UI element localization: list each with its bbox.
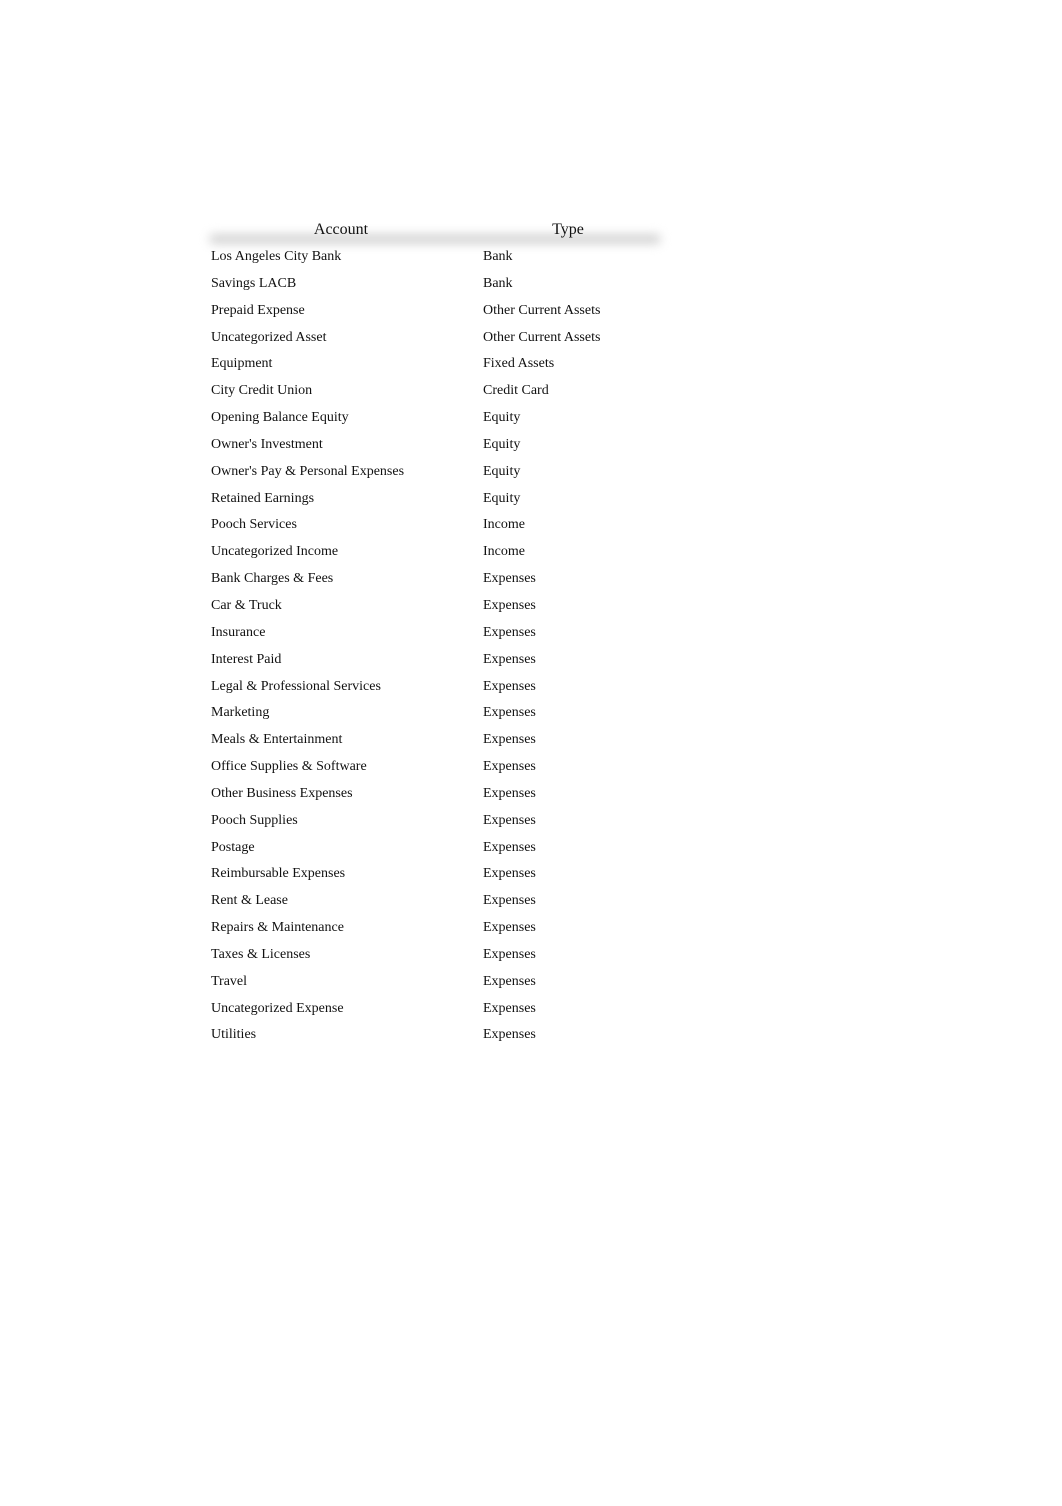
account-name-cell: Pooch Services [211,517,297,533]
account-type-cell: Expenses [483,946,536,962]
account-name-cell: Insurance [211,624,266,640]
account-name-cell: Uncategorized Asset [211,329,327,345]
column-header-type: Type [552,221,584,238]
table-row: Retained Earnings Equity [205,488,660,515]
table-row: City Credit Union Credit Card [205,380,660,407]
table-row: Repairs & Maintenance Expenses [205,917,660,944]
table-row: Travel Expenses [205,971,660,998]
table-row: Equipment Fixed Assets [205,353,660,380]
table-row: Reimbursable Expenses Expenses [205,863,660,890]
table-row: Other Business Expenses Expenses [205,783,660,810]
account-type-cell: Income [483,544,525,560]
account-name-cell: Equipment [211,356,273,372]
account-type-cell: Expenses [483,732,536,748]
table-row: Office Supplies & Software Expenses [205,756,660,783]
account-type-cell: Expenses [483,812,536,828]
account-name-cell: Postage [211,839,255,855]
table-row: Pooch Supplies Expenses [205,810,660,837]
table-row: Prepaid Expense Other Current Assets [205,300,660,327]
account-name-cell: Opening Balance Equity [211,410,349,426]
account-type-cell: Expenses [483,1027,536,1043]
table-row: Los Angeles City Bank Bank [205,246,660,273]
account-type-cell: Credit Card [483,383,549,399]
account-name-cell: Legal & Professional Services [211,678,381,694]
account-type-cell: Expenses [483,624,536,640]
table-row: Interest Paid Expenses [205,649,660,676]
account-name-cell: Savings LACB [211,275,297,291]
table-body: Los Angeles City Bank Bank Savings LACB Ban… [205,246,660,1051]
account-type-cell: Expenses [483,785,536,801]
table-row: Marketing Expenses [205,702,660,729]
account-name-cell: City Credit Union [211,383,313,399]
account-name-cell: Prepaid Expense [211,302,305,318]
column-header-account: Account [313,221,369,238]
account-type-cell: Equity [483,436,521,452]
account-type-cell: Fixed Assets [483,356,555,372]
account-type-cell: Expenses [483,973,536,989]
account-type-cell: Equity [483,490,521,506]
account-name-cell: Los Angeles City Bank [211,249,342,264]
account-name-cell: Travel [211,973,248,989]
account-type-cell: Expenses [483,1000,536,1016]
account-type-cell: Equity [483,463,521,479]
table-row: Utilities Expenses [205,1024,660,1051]
account-name-cell: Owner's Pay & Personal Expenses [211,463,405,479]
account-type-cell: Equity [483,410,521,426]
table-row: Savings LACB Bank [205,273,660,300]
account-name-cell: Meals & Entertainment [211,732,343,748]
table-row: Legal & Professional Services Expenses [205,676,660,703]
table-row: Opening Balance Equity Equity [205,407,660,434]
account-name-cell: Retained Earnings [211,490,315,506]
account-name-cell: Repairs & Maintenance [211,920,344,936]
account-type-cell: Expenses [483,920,536,936]
chart-of-accounts-table: Account Type Los Angeles City Bank Bank Sa… [205,220,661,1042]
account-type-cell: Expenses [483,705,536,721]
account-type-cell: Expenses [483,678,536,694]
account-type-cell: Expenses [483,651,536,667]
table-row: Uncategorized Asset Other Current Assets [205,327,660,354]
table-row: Pooch Services Income [205,514,660,541]
account-type-cell: Expenses [483,759,536,775]
account-name-cell: Reimbursable Expenses [211,866,346,882]
document-page: Account Type Los Angeles City Bank Bank Sa… [0,0,1062,1506]
table-row: Uncategorized Income Income [205,541,660,568]
account-name-cell: Office Supplies & Software [211,759,367,775]
table-row: Taxes & Licenses Expenses [205,944,660,971]
account-type-cell: Bank [483,275,513,291]
account-name-cell: Uncategorized Income [211,544,339,560]
account-type-cell: Expenses [483,893,536,909]
account-name-cell: Car & Truck [211,597,282,613]
account-name-cell: Interest Paid [211,651,282,667]
account-name-cell: Marketing [211,705,270,721]
table-header: Account Type [205,220,660,242]
account-name-cell: Pooch Supplies [211,812,298,828]
table-row: Car & Truck Expenses [205,595,660,622]
account-type-cell: Income [483,517,525,533]
account-name-cell: Taxes & Licenses [211,946,311,962]
table-row: Uncategorized Expense Expenses [205,998,660,1025]
table-row: Meals & Entertainment Expenses [205,729,660,756]
account-type-cell: Expenses [483,597,536,613]
account-type-cell: Expenses [483,839,536,855]
account-type-cell: Bank [483,249,513,264]
table-row: Bank Charges & Fees Expenses [205,568,660,595]
table-row: Owner's Investment Equity [205,434,660,461]
account-name-cell: Bank Charges & Fees [211,571,334,587]
table-row: Owner's Pay & Personal Expenses Equity [205,461,660,488]
account-name-cell: Other Business Expenses [211,785,353,801]
account-name-cell: Rent & Lease [211,893,288,909]
account-type-cell: Other Current Assets [483,329,601,345]
account-type-cell: Expenses [483,571,536,587]
account-name-cell: Owner's Investment [211,436,323,452]
table-row: Insurance Expenses [205,622,660,649]
account-type-cell: Expenses [483,866,536,882]
account-type-cell: Other Current Assets [483,302,601,318]
account-name-cell: Uncategorized Expense [211,1000,344,1016]
table-row: Postage Expenses [205,837,660,864]
table-row: Rent & Lease Expenses [205,890,660,917]
account-name-cell: Utilities [211,1027,257,1043]
